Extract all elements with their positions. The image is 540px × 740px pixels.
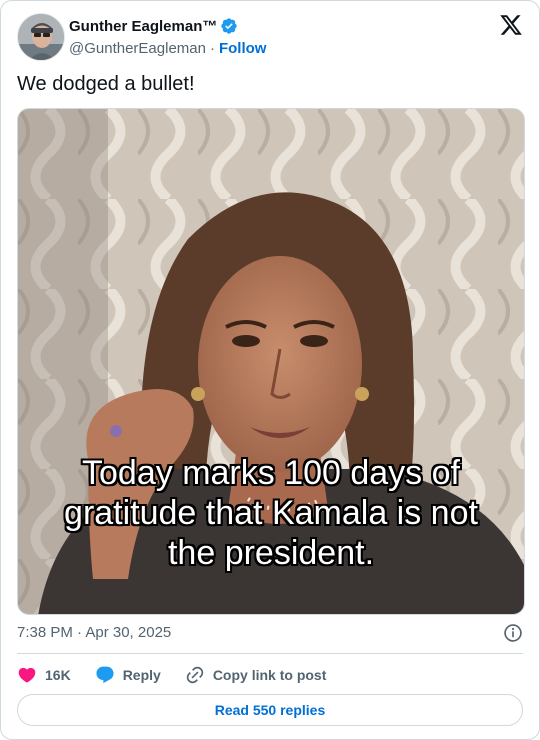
info-icon[interactable] bbox=[503, 623, 523, 643]
verified-badge-icon bbox=[220, 17, 238, 35]
action-bar: 16K Reply Copy link to post bbox=[17, 661, 350, 689]
link-icon bbox=[186, 666, 204, 684]
author-handle[interactable]: @GuntherEagleman bbox=[69, 40, 206, 57]
separator-dot: · bbox=[209, 39, 215, 57]
tweet-image[interactable]: Today marks 100 days of gratitude that K… bbox=[17, 108, 525, 615]
tweet-timestamp[interactable]: 7:38 PM · Apr 30, 2025 bbox=[17, 624, 171, 641]
reply-button[interactable]: Reply bbox=[95, 665, 161, 685]
x-logo-icon[interactable] bbox=[499, 13, 523, 37]
image-caption: Today marks 100 days of gratitude that K… bbox=[64, 454, 478, 572]
reply-bubble-icon bbox=[96, 666, 114, 684]
divider bbox=[17, 653, 523, 654]
timestamp-row: 7:38 PM · Apr 30, 2025 bbox=[17, 623, 523, 643]
author-block: Gunther Eagleman™ @GuntherEagleman · Fol… bbox=[69, 16, 266, 58]
name-row: Gunther Eagleman™ bbox=[69, 16, 266, 36]
heart-icon bbox=[18, 667, 36, 683]
follow-link[interactable]: Follow bbox=[219, 40, 267, 57]
copy-link-button[interactable]: Copy link to post bbox=[185, 665, 327, 685]
tweet-embed-card: Gunther Eagleman™ @GuntherEagleman · Fol… bbox=[0, 0, 540, 740]
read-replies-button[interactable]: Read 550 replies bbox=[17, 694, 523, 726]
like-count: 16K bbox=[45, 667, 71, 683]
handle-row: @GuntherEagleman · Follow bbox=[69, 38, 266, 58]
tweet-header: Gunther Eagleman™ @GuntherEagleman · Fol… bbox=[17, 13, 523, 61]
copy-link-label: Copy link to post bbox=[212, 667, 327, 683]
like-button[interactable]: 16K bbox=[17, 665, 71, 685]
reply-label: Reply bbox=[122, 667, 161, 683]
tweet-text: We dodged a bullet! bbox=[17, 73, 195, 95]
author-display-name[interactable]: Gunther Eagleman™ bbox=[69, 18, 217, 35]
avatar[interactable] bbox=[17, 13, 65, 61]
